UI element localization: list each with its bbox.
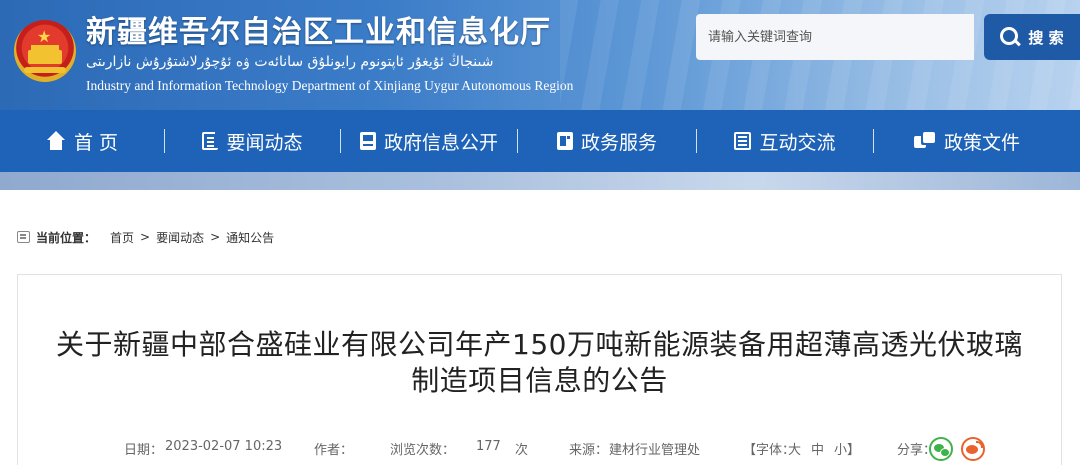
search-icon: [1000, 27, 1020, 47]
nav-item-label: 政府信息公开: [383, 131, 498, 154]
breadcrumb-item-news[interactable]: 要闻动态: [156, 229, 204, 246]
nav-item-gov-info[interactable]: 政府信息公开: [341, 110, 517, 172]
breadcrumb-label: 当前位置：: [36, 230, 97, 245]
view-count-unit: 次: [515, 443, 529, 458]
emblem-star-icon: ★: [37, 27, 52, 46]
article-title-line-2: 制造项目信息的公告: [411, 364, 668, 397]
font-size-large[interactable]: 大: [788, 439, 801, 458]
decorative-banner-strip: [0, 172, 1080, 190]
views-label: 浏览次数：: [390, 443, 456, 458]
publish-date: 2023-02-07 10:23: [165, 439, 283, 454]
nav-item-label: 互动交流: [759, 131, 836, 154]
article-title: 关于新疆中部合盛硅业有限公司年产150万吨新能源装备用超薄高透光伏玻璃 制造项目…: [18, 327, 1061, 399]
breadcrumb-separator: >: [210, 230, 221, 244]
article-panel: 关于新疆中部合盛硅业有限公司年产150万吨新能源装备用超薄高透光伏玻璃 制造项目…: [17, 274, 1062, 465]
source-label: 来源：: [569, 443, 609, 458]
article-title-line-1: 关于新疆中部合盛硅业有限公司年产150万吨新能源装备用超薄高透光伏玻璃: [56, 328, 1023, 361]
nav-item-services[interactable]: 政务服务: [518, 110, 696, 172]
wechat-share-icon[interactable]: [929, 437, 953, 461]
main-nav: 首 页 要闻动态 政府信息公开 政务服务 互动交流 政策文件: [0, 110, 1080, 172]
nav-item-policy[interactable]: 政策文件: [874, 110, 1060, 172]
date-label: 日期：: [124, 443, 164, 458]
breadcrumb-item-notices[interactable]: 通知公告: [226, 229, 274, 246]
location-icon: [17, 231, 30, 243]
service-icon: [556, 132, 573, 150]
emblem-gate-icon: [28, 45, 62, 64]
breadcrumb-item-home[interactable]: 首页: [110, 229, 134, 246]
national-emblem-logo[interactable]: ★: [14, 20, 76, 82]
article-meta: 日期： 2023-02-07 10:23 作者： 浏览次数： 177 次 来源：…: [18, 437, 1061, 461]
weibo-share-icon[interactable]: [961, 437, 985, 461]
font-size-small[interactable]: 小】: [834, 439, 860, 458]
nav-item-label: 政务服务: [580, 131, 657, 154]
author-label: 作者：: [314, 443, 354, 458]
search-button[interactable]: 搜 索: [984, 14, 1080, 60]
nav-item-label: 要闻动态: [226, 131, 303, 154]
policy-icon: [913, 132, 936, 150]
nav-item-interaction[interactable]: 互动交流: [697, 110, 873, 172]
site-title-uyghur: شىنجاڭ ئۇيغۇر ئاپتونوم رايونلۇق سانائەت …: [86, 54, 494, 70]
site-header: ★ 新疆维吾尔自治区工业和信息化厅 شىنجاڭ ئۇيغۇر ئاپتونوم…: [0, 0, 1080, 110]
nav-item-news[interactable]: 要闻动态: [165, 110, 340, 172]
emblem-base-icon: [24, 67, 66, 73]
search-button-label: 搜 索: [1028, 28, 1064, 47]
home-icon: [46, 131, 66, 151]
search-input[interactable]: [696, 14, 974, 60]
font-size-medium[interactable]: 中: [811, 439, 824, 458]
news-icon: [202, 132, 219, 150]
source-value: 建材行业管理处: [609, 443, 701, 458]
interaction-icon: [734, 132, 752, 150]
nav-item-label: 政策文件: [943, 131, 1020, 154]
nav-item-label: 首 页: [73, 131, 119, 154]
site-title-english: Industry and Information Technology Depa…: [86, 78, 574, 93]
breadcrumb-separator: >: [140, 230, 151, 244]
gov-info-icon: [359, 132, 376, 150]
site-title[interactable]: 新疆维吾尔自治区工业和信息化厅: [86, 14, 551, 52]
nav-item-home[interactable]: 首 页: [0, 110, 164, 172]
view-count: 177: [476, 439, 501, 454]
breadcrumb: 当前位置： 首页 > 要闻动态 > 通知公告: [17, 226, 274, 248]
